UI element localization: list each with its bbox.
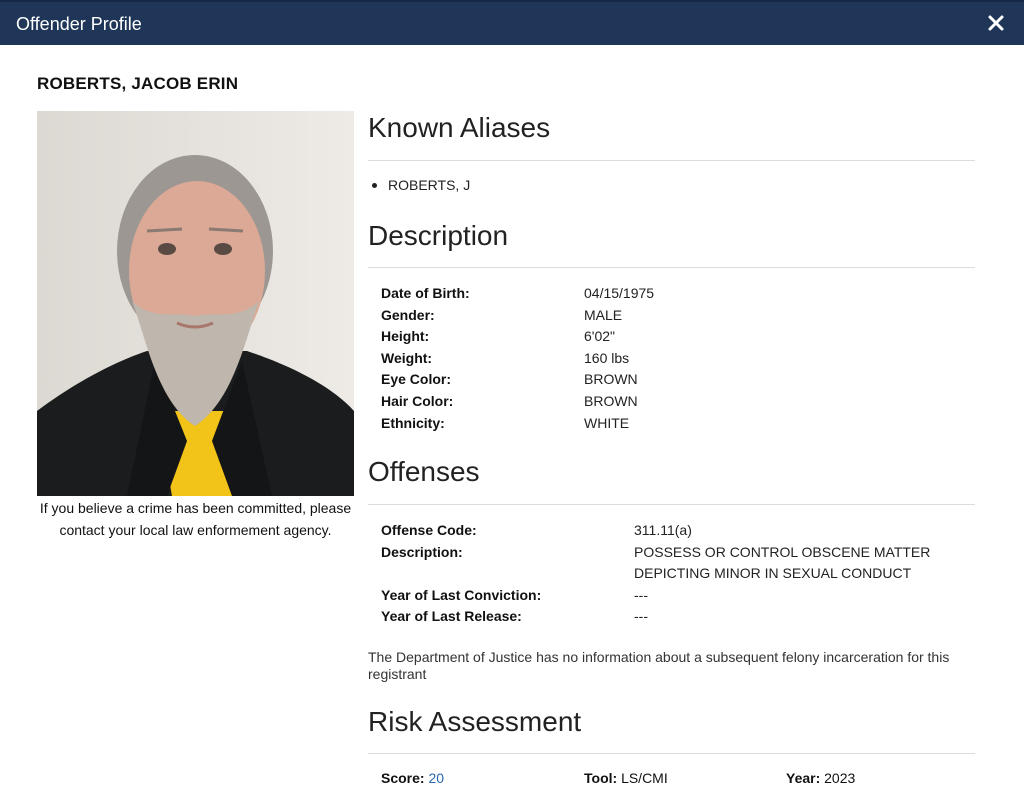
score-label: Score: [381, 770, 425, 786]
incarceration-note: The Department of Justice has no informa… [368, 649, 950, 682]
aliases-heading: Known Aliases [368, 112, 551, 143]
photo-caption: If you believe a crime has been committe… [39, 500, 352, 538]
ethnicity-value: WHITE [584, 414, 630, 431]
offense-description-value: POSSESS OR CONTROL OBSCENE MATTER [634, 543, 931, 560]
last-conviction-label: Year of Last Conviction: [381, 586, 542, 603]
close-icon[interactable] [986, 12, 1006, 34]
last-release-value: --- [634, 608, 648, 625]
eye-color-value: BROWN [584, 371, 638, 388]
description-list: Date of Birth: 04/15/1975 Gender: MALE H… [368, 283, 968, 443]
divider [368, 753, 975, 754]
gender-label: Gender: [381, 306, 435, 323]
score-value-link[interactable]: 20 [428, 770, 444, 786]
year-value: 2023 [824, 770, 856, 786]
offender-photo [37, 111, 354, 496]
year-label: Year: [786, 770, 821, 786]
offense-description-value-line2: DEPICTING MINOR IN SEXUAL CONDUCT [634, 565, 912, 582]
ethnicity-label: Ethnicity: [381, 414, 445, 431]
alias-item: ROBERTS, J [371, 177, 471, 193]
offender-name: ROBERTS, JACOB ERIN [37, 74, 239, 93]
divider [368, 267, 975, 268]
offense-code-value: 311.11(a) [634, 522, 692, 538]
divider [368, 504, 975, 505]
offense-list: Offense Code: 311.11(a) Description: POS… [368, 520, 968, 632]
description-heading: Description [368, 220, 509, 251]
height-value: 6'02" [584, 328, 616, 345]
tool-label: Tool: [584, 770, 618, 786]
risk-score: Score: 20 [381, 770, 444, 786]
offenses-heading: Offenses [368, 456, 480, 487]
weight-value: 160 lbs [584, 349, 630, 366]
dob-value: 04/15/1975 [584, 285, 655, 301]
dialog-title: Offender Profile [16, 14, 142, 34]
weight-label: Weight: [381, 349, 433, 366]
risk-year: Year: 2023 [786, 770, 855, 786]
dob-label: Date of Birth: [381, 285, 470, 301]
last-release-label: Year of Last Release: [381, 608, 522, 625]
eye-color-label: Eye Color: [381, 371, 452, 388]
hair-color-value: BROWN [584, 393, 638, 409]
risk-assessment-heading: Risk Assessment [368, 706, 582, 737]
offense-code-label: Offense Code: [381, 522, 477, 538]
gender-value: MALE [584, 306, 623, 323]
dialog-header: Offender Profile [0, 0, 1024, 45]
offense-description-label: Description: [381, 543, 463, 560]
last-conviction-value: --- [634, 586, 648, 603]
offender-profile-dialog: Offender Profile ROBERTS, JACOB ERIN If … [0, 0, 1024, 804]
risk-tool: Tool: LS/CMI [584, 770, 668, 786]
divider [368, 160, 975, 161]
hair-color-label: Hair Color: [381, 393, 454, 409]
height-label: Height: [381, 328, 430, 345]
tool-value: LS/CMI [621, 770, 668, 786]
